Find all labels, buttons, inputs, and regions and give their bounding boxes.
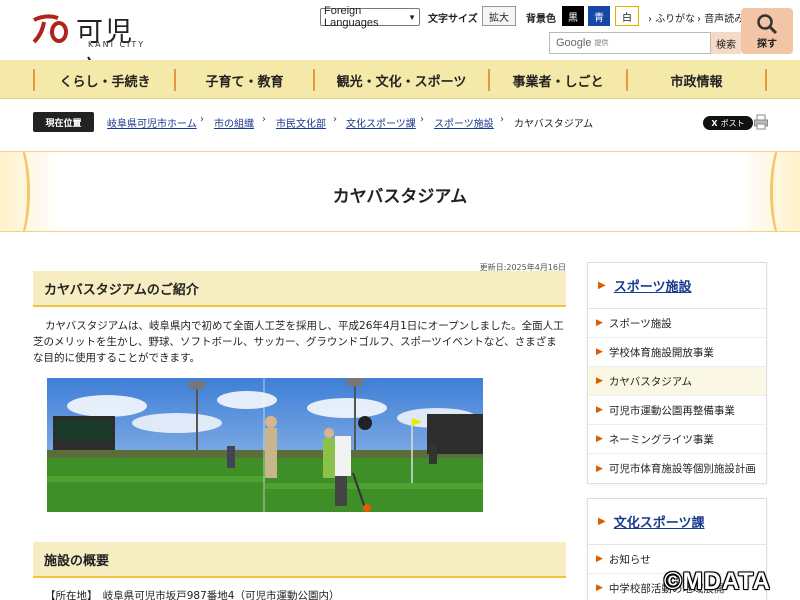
nav-item-business[interactable]: 事業者・しごと [490,68,626,92]
city-emblem-icon [32,14,68,44]
furigana-link[interactable]: › ふりがな [648,10,695,25]
chevron-right-icon: ▶ [596,554,603,564]
sidebar-item[interactable]: ▶ ネーミングライツ事業 [588,425,766,454]
chevron-right-icon: › [420,114,424,125]
section-heading-overview: 施設の概要 [33,542,566,578]
x-post-label: ポスト [720,118,745,128]
sidebar-heading[interactable]: ▶ スポーツ施設 [588,263,766,309]
sidebar-item-label: 可児市体育施設等個別施設計画 [608,463,756,475]
sidebar-item-label: 可児市運動公園再整備事業 [608,404,735,417]
font-size-label: 文字サイズ [428,14,478,25]
breadcrumb-link-department[interactable]: 市民文化部 [276,115,326,130]
chevron-right-icon: › [697,14,701,25]
sidebar-heading-label: スポーツ施設 [613,280,692,295]
sidebar-item[interactable]: ▶ スポーツ施設 [588,309,766,338]
bg-black-button[interactable]: 黒 [562,6,584,26]
chevron-right-icon: › [200,114,204,125]
chevron-right-icon: ▶ [596,347,603,357]
chevron-down-icon: ▼ [408,12,416,22]
voice-reading-label: 音声読み [704,14,745,25]
nav-divider [765,69,767,91]
chevron-right-icon: ▶ [596,318,603,328]
sidebar-item-label: ネーミングライツ事業 [608,433,714,446]
sidebar-heading-label: 文化スポーツ課 [613,516,705,531]
foreign-language-select[interactable]: Foreign Languages ▼ [320,5,420,29]
find-button[interactable]: 探す [741,8,793,54]
breadcrumb-link-home[interactable]: 岐阜県可児市ホーム [107,115,197,130]
chevron-right-icon: ▶ [596,434,603,444]
breadcrumb-link-division[interactable]: 文化スポーツ課 [346,115,416,130]
chevron-right-icon: › [262,114,266,125]
find-button-label: 探す [757,38,777,50]
sidebar-item-label: お知らせ [608,553,651,566]
chevron-right-icon: ▶ [596,583,603,593]
breadcrumb-link-organization[interactable]: 市の組織 [214,115,254,130]
sidebar-sports-facilities: ▶ スポーツ施設 ▶ スポーツ施設 ▶ 学校体育施設開放事業 ▶ カヤバスタジア… [587,262,767,484]
stadium-photo [47,378,483,512]
chevron-right-icon: › [648,14,652,25]
google-label: Google [556,37,592,49]
bg-color-label: 背景色 [526,14,556,25]
nav-divider [33,69,35,91]
chevron-right-icon: › [500,114,504,125]
foreign-language-select-value: Foreign Languages [324,5,379,29]
nav-item-living[interactable]: くらし・手続き [36,68,174,92]
bg-blue-button[interactable]: 青 [588,6,610,26]
chevron-right-icon: ▶ [598,280,606,291]
page-title-band: カヤバスタジアム [0,151,800,232]
voice-reading-link[interactable]: › 音声読み [697,10,744,25]
google-provided-label: 提供 [594,39,609,47]
search-input[interactable]: Google 提供 [549,32,711,54]
chevron-right-icon: › [333,114,337,125]
intro-paragraph: カヤバスタジアムは、岐阜県内で初めて全面人工芝を採用し、平成26年4月1日にオー… [33,320,564,364]
chevron-right-icon: ▶ [596,376,603,386]
sidebar-item-label: カヤバスタジアム [608,375,692,388]
search-button[interactable]: 検索 [711,32,741,54]
chevron-right-icon: ▶ [598,516,606,527]
bg-white-button[interactable]: 白 [615,6,639,26]
stadium-photo-image [47,378,483,512]
sidebar-item-current[interactable]: ▶ カヤバスタジアム [588,367,766,396]
x-logo-icon: X [711,118,718,128]
chevron-right-icon: ▶ [596,463,603,474]
search-icon [757,13,778,34]
sidebar-item[interactable]: ▶ 学校体育施設開放事業 [588,338,766,367]
global-nav: くらし・手続き 子育て・教育 観光・文化・スポーツ 事業者・しごと 市政情報 [0,60,800,99]
furigana-label: ふりがな [655,14,696,25]
sidebar-item[interactable]: ▶ 可児市運動公園再整備事業 [588,396,766,425]
breadcrumb-label: 現在位置 [33,112,94,132]
nav-item-childcare[interactable]: 子育て・教育 [176,68,313,92]
nav-item-tourism[interactable]: 観光・文化・スポーツ [315,68,488,92]
watermark: ©MDATA [664,568,771,595]
x-post-button[interactable]: X ポスト [703,116,753,130]
sidebar-item-label: 学校体育施設開放事業 [608,346,714,359]
nav-item-city-info[interactable]: 市政情報 [628,68,765,92]
sidebar-item-label: スポーツ施設 [608,317,672,330]
address-text: 【所在地】 岐阜県可児市坂戸987番地4（可児市運動公園内） [45,590,340,600]
breadcrumb-current: カヤバスタジアム [514,119,594,130]
zoom-button[interactable]: 拡大 [482,6,516,26]
breadcrumb-link-sports-facilities[interactable]: スポーツ施設 [434,115,494,130]
logo-subtext: KANI CITY [88,40,146,49]
sidebar-heading[interactable]: ▶ 文化スポーツ課 [588,499,766,545]
sidebar-item[interactable]: ▶ 可児市体育施設等個別施設計画 [588,454,766,483]
page-title: カヤバスタジアム [332,187,468,207]
print-icon[interactable] [754,114,768,130]
site-logo[interactable]: 可児市 KANI CITY [32,8,162,87]
section-heading-intro: カヤバスタジアムのご紹介 [33,271,566,307]
site-header: 可児市 KANI CITY Foreign Languages ▼ 文字サイズ … [0,0,800,87]
chevron-right-icon: ▶ [596,405,603,415]
